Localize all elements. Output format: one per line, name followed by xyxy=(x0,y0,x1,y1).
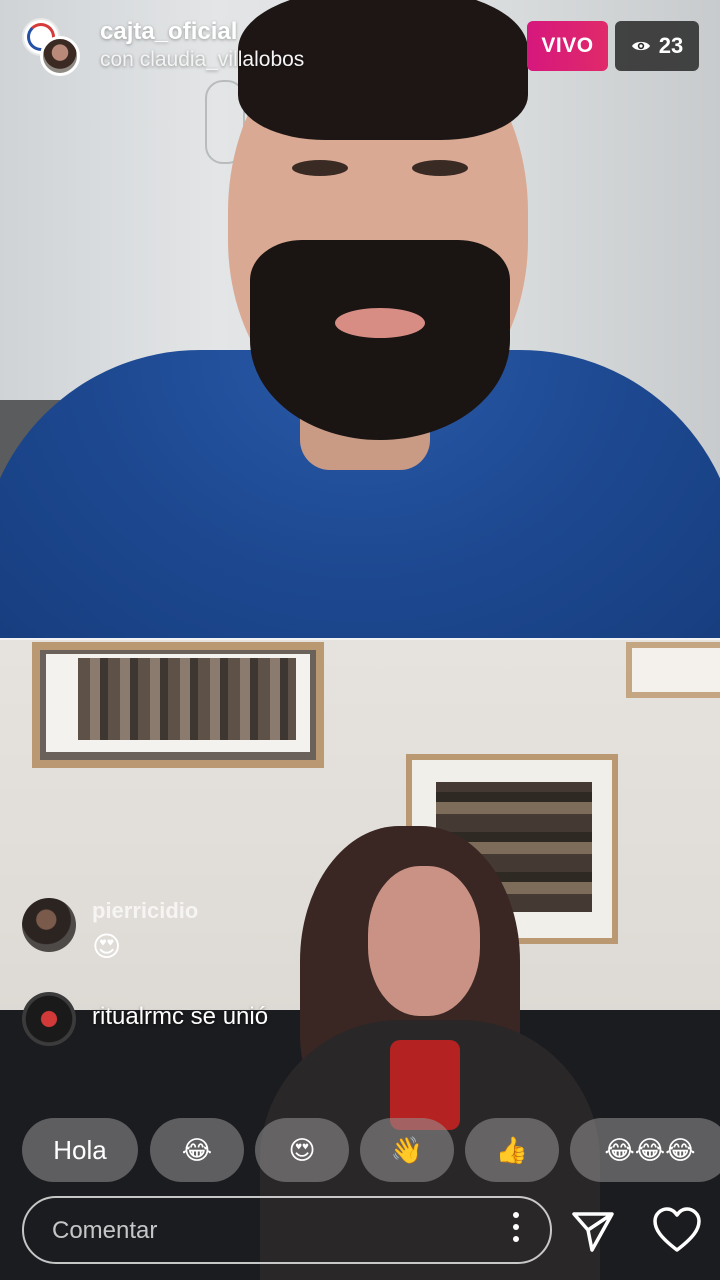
quick-reaction-heart-eyes[interactable]: 😍 xyxy=(255,1118,349,1182)
join-notice: ritualrmc se unió xyxy=(92,1003,269,1030)
viewer-count-badge[interactable]: 23 xyxy=(615,21,699,71)
comment-text: 😍 xyxy=(92,931,122,962)
heart-icon[interactable] xyxy=(652,1206,702,1254)
guest-avatar[interactable] xyxy=(40,36,80,76)
comment-avatar[interactable] xyxy=(22,898,76,952)
guest-username-line[interactable]: con claudia_villalobos xyxy=(100,48,304,72)
send-icon[interactable] xyxy=(570,1208,616,1254)
quick-reaction-laugh[interactable]: 😂 xyxy=(150,1118,244,1182)
quick-reaction-triple-laugh[interactable]: 😂😂😂 xyxy=(570,1118,720,1182)
more-vertical-icon[interactable] xyxy=(512,1212,520,1252)
quick-reaction-hola[interactable]: Hola xyxy=(22,1118,138,1182)
quick-reaction-wave[interactable]: 👋 xyxy=(360,1118,454,1182)
comment-username[interactable]: pierricidio xyxy=(92,898,198,924)
host-username[interactable]: cajta_oficial xyxy=(100,18,237,46)
host-video xyxy=(0,0,720,638)
wall-picture-frame xyxy=(32,642,324,768)
eye-icon xyxy=(631,41,650,51)
guest-face xyxy=(368,866,480,1016)
wall-picture-frame xyxy=(626,642,720,698)
quick-reaction-thumbs-up[interactable]: 👍 xyxy=(465,1118,559,1182)
comment-field[interactable] xyxy=(22,1196,552,1264)
comment-input[interactable] xyxy=(50,1198,494,1264)
comment-avatar[interactable] xyxy=(22,992,76,1046)
live-badge: VIVO xyxy=(527,21,608,71)
viewer-count: 23 xyxy=(658,33,684,58)
